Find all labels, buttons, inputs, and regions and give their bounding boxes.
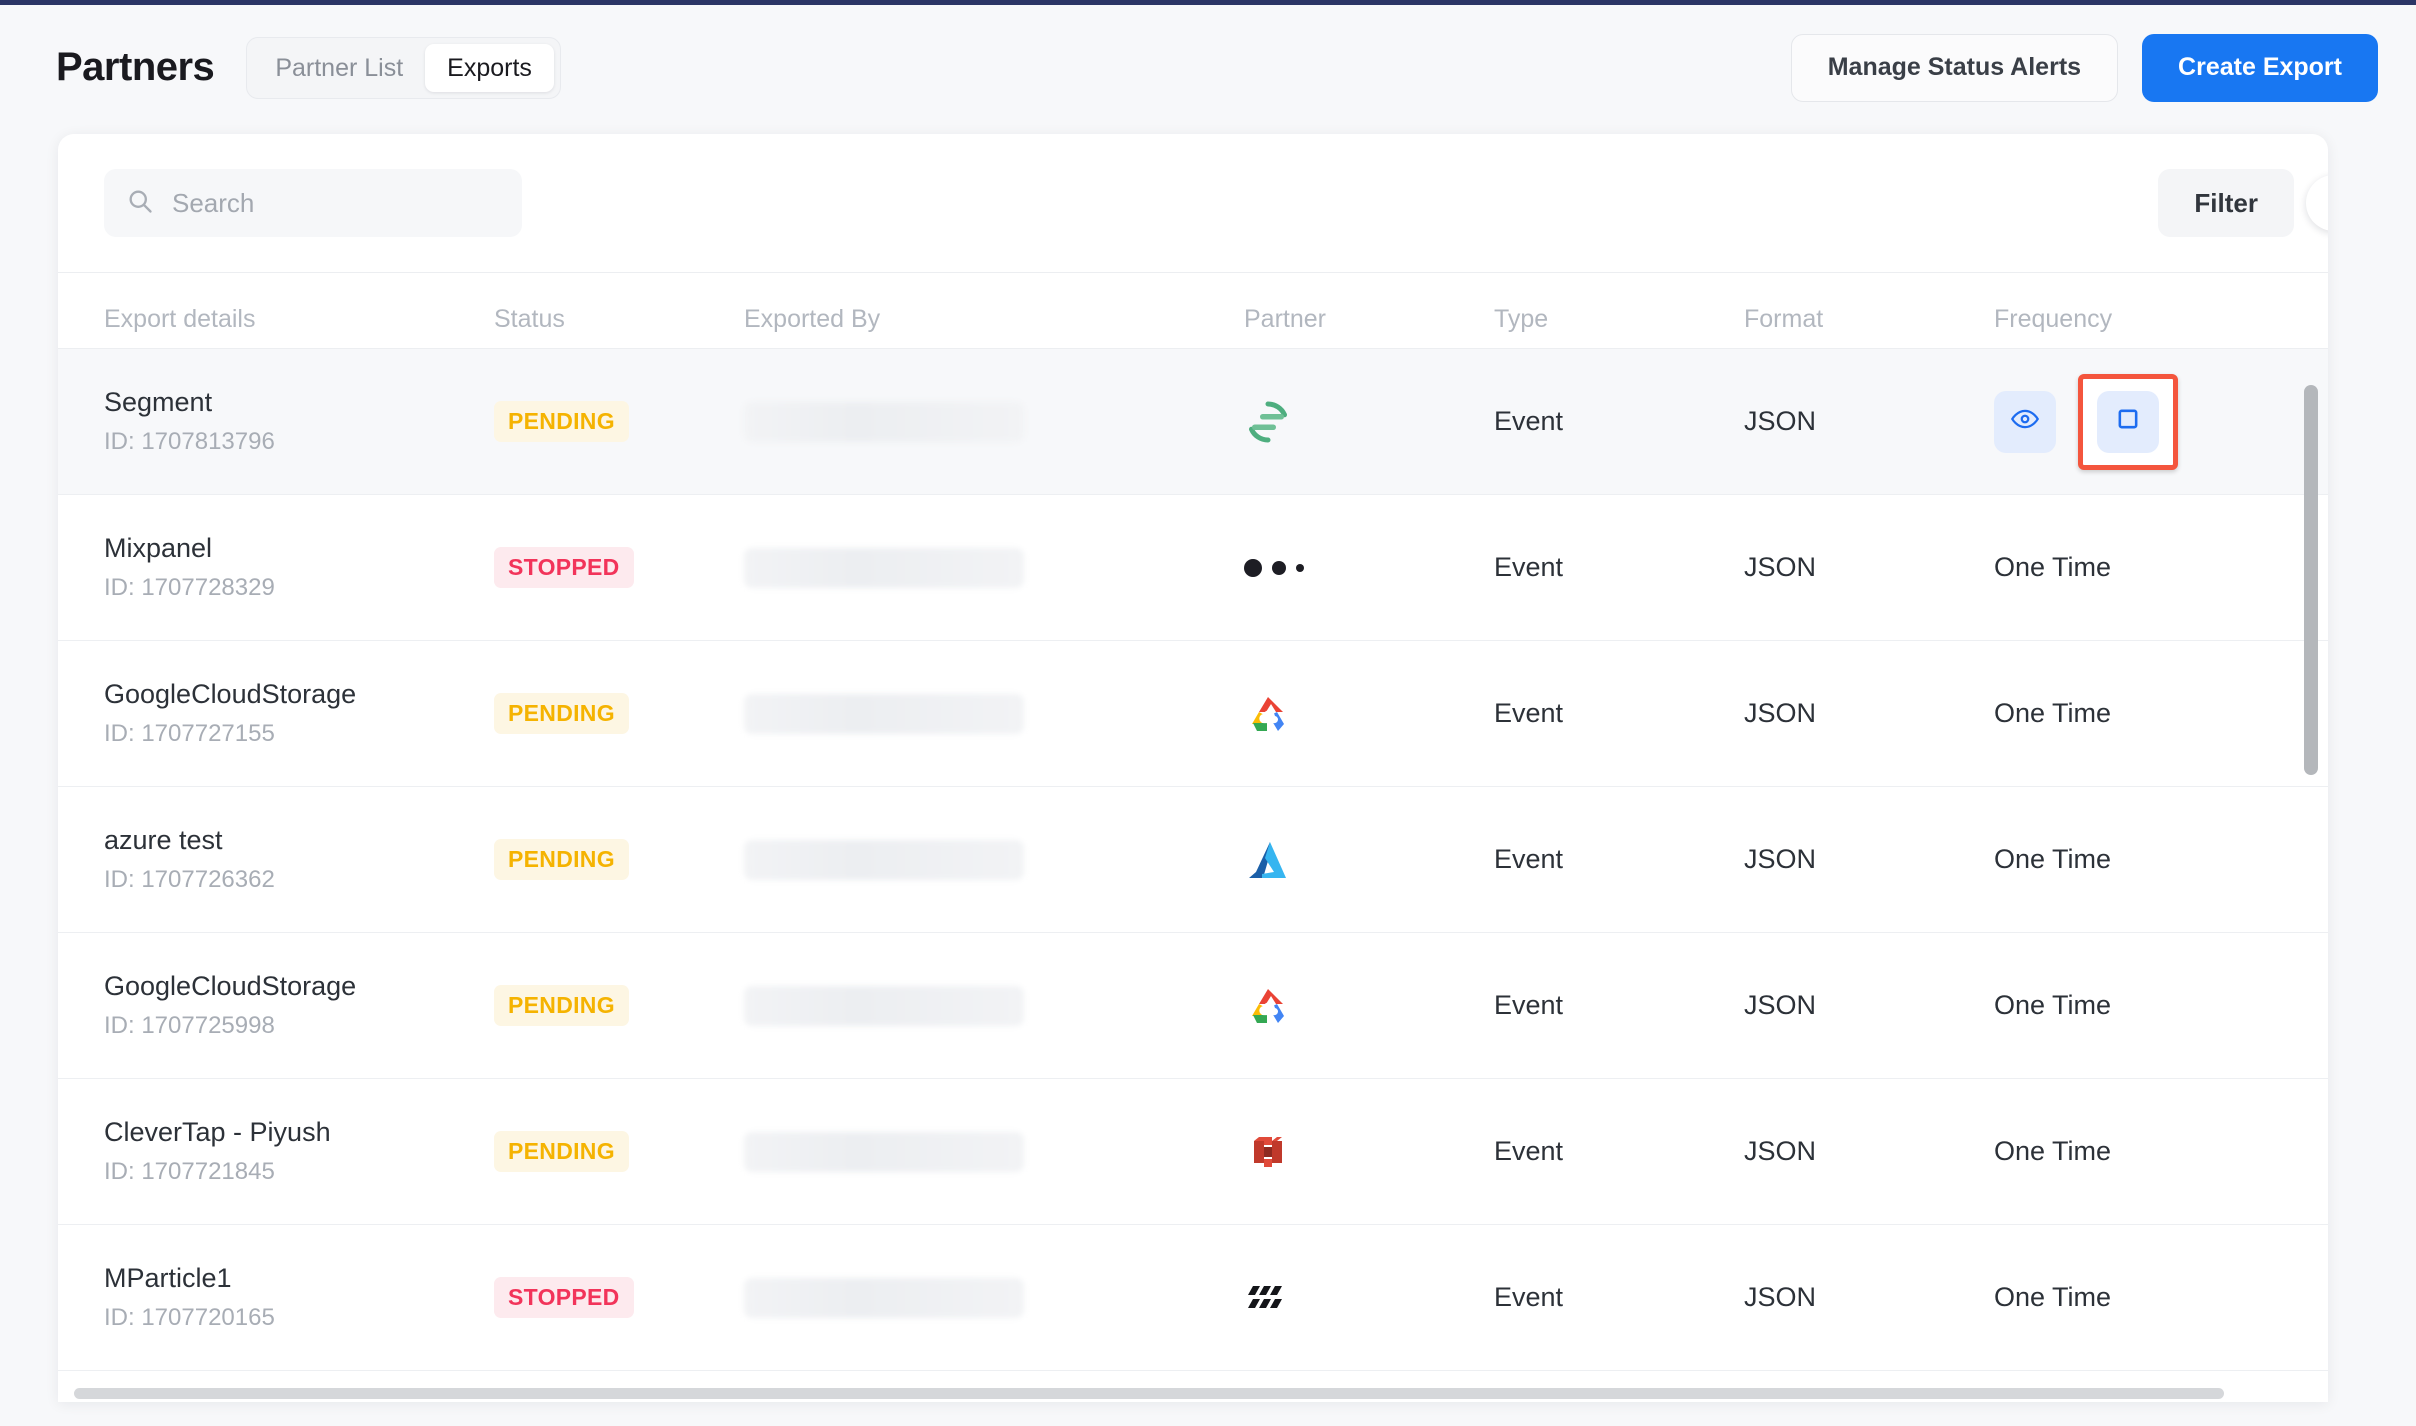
export-type: Event <box>1494 552 1564 582</box>
export-name: GoogleCloudStorage <box>104 971 357 1001</box>
export-name: MParticle1 <box>104 1263 232 1293</box>
mparticle-logo <box>1244 1274 1494 1322</box>
search-icon <box>126 187 154 220</box>
page-title: Partners <box>56 45 215 89</box>
header-actions: Manage Status Alerts Create Export <box>1790 33 2378 102</box>
table-row[interactable]: Mixpanel ID: 1707728329 STOPPED Event JS… <box>58 495 2328 641</box>
search-input[interactable] <box>172 187 500 219</box>
column-header-export-details: Export details <box>104 305 256 333</box>
row-actions <box>1994 373 2324 470</box>
status-badge: STOPPED <box>494 547 634 588</box>
status-badge: PENDING <box>494 839 629 880</box>
table-header-row: Export details Status Exported By Partne… <box>58 273 2328 349</box>
column-header-frequency: Frequency <box>1994 305 2113 333</box>
export-type: Event <box>1494 990 1564 1020</box>
exports-card: Filter Export details Status Exported By… <box>58 134 2328 1402</box>
export-id: ID: 1707721845 <box>104 1158 275 1185</box>
view-export-button[interactable] <box>1994 390 2056 453</box>
vertical-scrollbar-thumb[interactable] <box>2304 385 2318 775</box>
export-frequency: One Time <box>1994 1136 2112 1166</box>
export-name: CleverTap - Piyush <box>104 1117 331 1147</box>
view-tab-switch: Partner List Exports <box>246 36 561 99</box>
segment-logo <box>1244 398 1494 446</box>
column-header-type: Type <box>1494 305 1549 333</box>
export-format: JSON <box>1744 990 1817 1020</box>
search-box[interactable] <box>104 169 522 237</box>
horizontal-scrollbar[interactable] <box>58 1388 2328 1402</box>
export-type: Event <box>1494 406 1564 436</box>
export-id: ID: 1707813796 <box>104 428 275 455</box>
page-header: Partners Partner List Exports Manage Sta… <box>0 5 2416 130</box>
export-format: JSON <box>1744 844 1817 874</box>
table-row[interactable]: Segment ID: 1707813796 PENDING Event JSO… <box>58 349 2328 495</box>
export-id: ID: 1707720165 <box>104 1304 275 1331</box>
status-badge: PENDING <box>494 401 629 442</box>
export-format: JSON <box>1744 406 1817 436</box>
chevron-left-icon <box>2323 190 2328 217</box>
export-id: ID: 1707727155 <box>104 720 275 747</box>
filter-button[interactable]: Filter <box>2158 169 2294 237</box>
column-header-format: Format <box>1744 305 1824 333</box>
export-type: Event <box>1494 698 1564 728</box>
exported-by-redacted <box>744 985 1024 1026</box>
create-export-button[interactable]: Create Export <box>2142 33 2378 102</box>
table-toolbar: Filter <box>58 134 2328 272</box>
export-type: Event <box>1494 844 1564 874</box>
export-format: JSON <box>1744 1282 1817 1312</box>
column-header-partner: Partner <box>1244 305 1326 333</box>
azure-logo <box>1244 836 1494 884</box>
manage-status-alerts-button[interactable]: Manage Status Alerts <box>1790 33 2119 102</box>
exported-by-redacted <box>744 839 1024 880</box>
table-row[interactable]: GoogleCloudStorage ID: 1707725998 PENDIN… <box>58 933 2328 1079</box>
export-id: ID: 1707728329 <box>104 574 275 601</box>
vertical-scrollbar[interactable] <box>2304 273 2318 1402</box>
export-format: JSON <box>1744 552 1817 582</box>
horizontal-scrollbar-thumb[interactable] <box>74 1388 2224 1399</box>
status-badge: STOPPED <box>494 1277 634 1318</box>
exported-by-redacted <box>744 401 1024 442</box>
eye-icon <box>2010 404 2040 439</box>
collapse-panel-button[interactable] <box>2306 175 2328 231</box>
export-format: JSON <box>1744 1136 1817 1166</box>
export-name: azure test <box>104 825 223 855</box>
exported-by-redacted <box>744 693 1024 734</box>
google-cloud-logo <box>1244 982 1494 1030</box>
export-id: ID: 1707726362 <box>104 866 275 893</box>
stop-export-highlight <box>2078 373 2178 470</box>
export-name: GoogleCloudStorage <box>104 679 357 709</box>
export-id: ID: 1707725998 <box>104 1012 275 1039</box>
status-badge: PENDING <box>494 693 629 734</box>
clevertap-logo <box>1244 1128 1494 1176</box>
status-badge: PENDING <box>494 985 629 1026</box>
export-frequency: One Time <box>1994 552 2112 582</box>
column-header-status: Status <box>494 305 565 333</box>
export-type: Event <box>1494 1136 1564 1166</box>
tab-partner-list[interactable]: Partner List <box>253 44 425 92</box>
exported-by-redacted <box>744 1277 1024 1318</box>
stop-export-button[interactable] <box>2097 390 2159 453</box>
table-row[interactable]: azure test ID: 1707726362 PENDING Event … <box>58 787 2328 933</box>
export-frequency: One Time <box>1994 844 2112 874</box>
export-format: JSON <box>1744 698 1817 728</box>
table-row[interactable]: CleverTap - Piyush ID: 1707721845 PENDIN… <box>58 1079 2328 1225</box>
export-frequency: One Time <box>1994 1282 2112 1312</box>
export-frequency: One Time <box>1994 990 2112 1020</box>
google-cloud-logo <box>1244 690 1494 738</box>
export-frequency: One Time <box>1994 698 2112 728</box>
tab-exports[interactable]: Exports <box>425 43 554 92</box>
exports-table: Export details Status Exported By Partne… <box>58 272 2328 1402</box>
status-badge: PENDING <box>494 1131 629 1172</box>
exported-by-redacted <box>744 1131 1024 1172</box>
export-type: Event <box>1494 1282 1564 1312</box>
exported-by-redacted <box>744 547 1024 588</box>
export-name: Mixpanel <box>104 533 213 563</box>
column-header-exported-by: Exported By <box>744 305 881 333</box>
stop-icon <box>2114 405 2142 438</box>
table-row[interactable]: MParticle1 ID: 1707720165 STOPPED Event <box>58 1225 2328 1371</box>
mixpanel-logo <box>1244 558 1494 577</box>
export-name: Segment <box>104 387 213 417</box>
table-row[interactable]: GoogleCloudStorage ID: 1707727155 PENDIN… <box>58 641 2328 787</box>
